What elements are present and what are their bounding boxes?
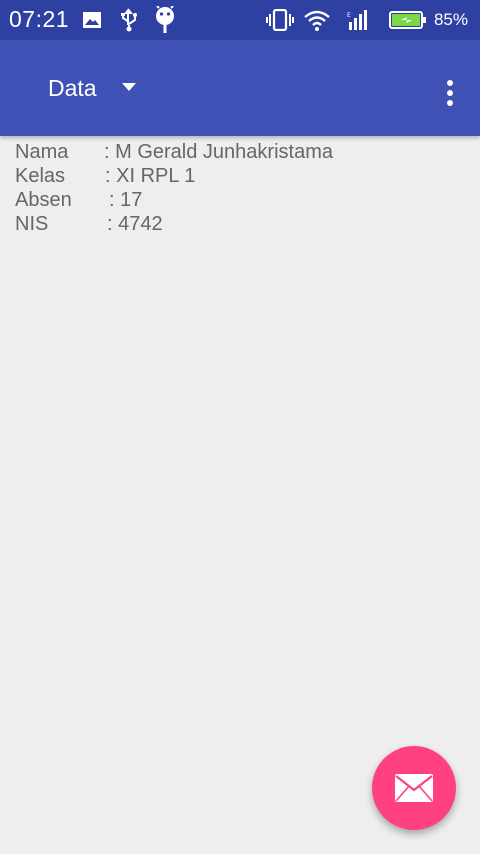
app-toolbar: Data <box>0 40 480 136</box>
dropdown-arrow-icon <box>121 83 136 91</box>
value-kelas: : XI RPL 1 <box>105 165 196 187</box>
email-fab[interactable] <box>372 746 456 830</box>
battery-charging-icon <box>389 11 426 29</box>
android-icon <box>156 6 174 33</box>
wifi-icon <box>304 10 330 31</box>
data-spinner[interactable]: Data <box>48 72 136 104</box>
value-nis: : 4742 <box>107 213 163 235</box>
value-nama: : M Gerald Junhakristama <box>104 141 333 163</box>
status-time: 07:21 <box>9 6 70 32</box>
email-icon <box>395 774 433 802</box>
status-bar: 07:21 E 85% <box>0 0 480 40</box>
overflow-menu-button[interactable] <box>438 78 462 108</box>
more-vert-icon <box>447 80 453 106</box>
battery-percent: 85% <box>433 10 468 29</box>
label-nama: Nama <box>15 141 69 163</box>
image-icon <box>83 12 101 28</box>
value-absen: : 17 <box>109 189 143 211</box>
svg-text:E: E <box>347 12 351 19</box>
usb-icon <box>121 8 137 32</box>
spinner-label: Data <box>48 74 97 101</box>
label-absen: Absen <box>15 189 72 211</box>
vibrate-icon <box>266 9 294 31</box>
label-kelas: Kelas <box>15 165 66 187</box>
signal-icon: E <box>347 10 367 30</box>
label-nis: NIS <box>15 213 49 235</box>
